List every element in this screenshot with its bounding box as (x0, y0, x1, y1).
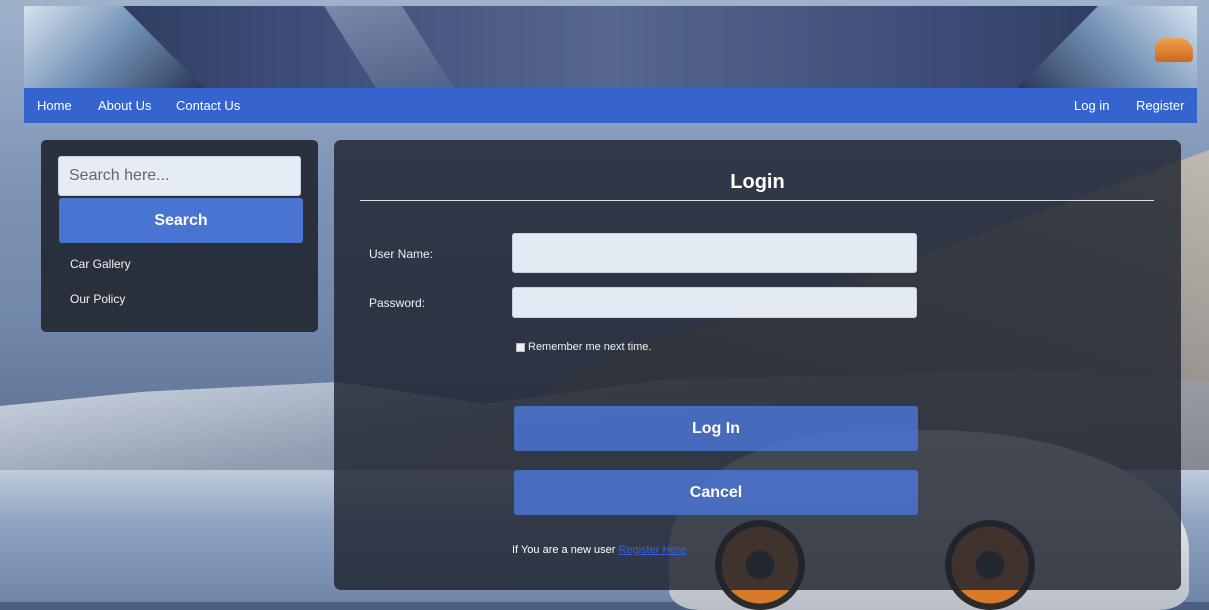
banner-car-thumbnail (1155, 38, 1193, 62)
title-divider (360, 200, 1154, 201)
header-banner (24, 6, 1197, 88)
nav-home-link[interactable]: Home (37, 88, 72, 123)
new-user-prompt: If You are a new user Register Here (512, 544, 686, 556)
register-here-link[interactable]: Register Here (618, 544, 686, 556)
nav-about-link[interactable]: About Us (98, 88, 151, 123)
login-button[interactable]: Log In (514, 406, 918, 451)
login-title: Login (730, 171, 785, 193)
username-field[interactable] (512, 233, 917, 273)
password-field[interactable] (512, 287, 917, 318)
nav-register-link[interactable]: Register (1136, 88, 1184, 123)
search-input[interactable] (58, 156, 301, 196)
remember-label: Remember me next time. (528, 341, 652, 353)
remember-checkbox[interactable] (516, 342, 525, 352)
remember-me: Remember me next time. (516, 341, 651, 353)
search-button[interactable]: Search (59, 198, 303, 243)
sidebar-link-our-policy[interactable]: Our Policy (70, 292, 125, 306)
password-label: Password: (369, 296, 426, 310)
sidebar-link-car-gallery[interactable]: Car Gallery (70, 257, 131, 271)
nav-login-link[interactable]: Log in (1074, 88, 1109, 123)
banner-car-left (24, 6, 204, 88)
banner-swoosh (324, 6, 454, 88)
nav-bar: Home About Us Contact Us Log in Register (24, 88, 1197, 123)
cancel-button[interactable]: Cancel (514, 470, 918, 515)
nav-contact-link[interactable]: Contact Us (176, 88, 240, 123)
login-panel: Login User Name: Password: Remember me n… (334, 140, 1181, 590)
sidebar: Search Car Gallery Our Policy (41, 140, 318, 332)
new-user-text: If You are a new user (512, 544, 616, 556)
username-label: User Name: (369, 247, 434, 261)
